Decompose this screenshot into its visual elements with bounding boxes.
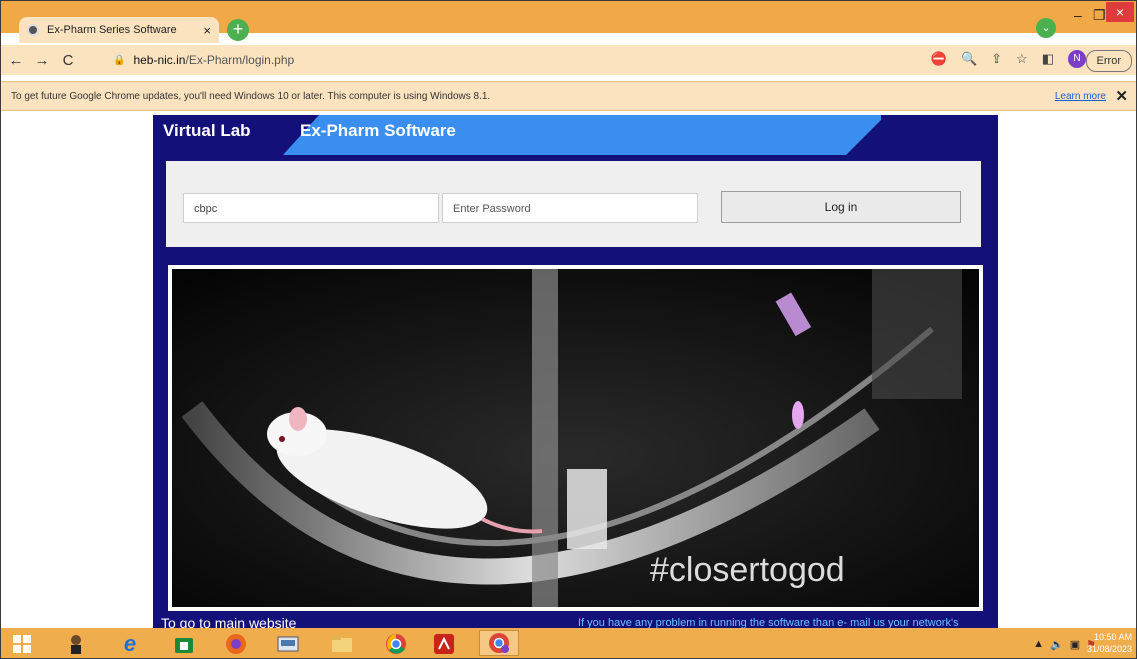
- clock-time: 10:50 AM: [1093, 632, 1132, 642]
- learn-more-link[interactable]: Learn more: [1055, 91, 1106, 102]
- share-icon[interactable]: ⇪: [991, 51, 1002, 67]
- zoom-search-icon[interactable]: 🔍: [961, 51, 977, 67]
- tray-overflow-icon[interactable]: ▲: [1033, 638, 1044, 651]
- web-page: Virtual Lab Ex-Pharm Software cbpc Enter…: [1, 111, 1136, 635]
- url-path: /Ex-Pharm/login.php: [185, 53, 295, 67]
- forward-icon[interactable]: →: [31, 52, 53, 69]
- acrobat-icon[interactable]: [431, 632, 457, 656]
- windows-taskbar: e ▲ 🔈 ▣ ⚑ 10:50 AM 31/08/2023: [1, 628, 1136, 658]
- error-indicator-button[interactable]: Error: [1085, 50, 1132, 72]
- browser-window: Ex-Pharm Series Software × + ⌄ – ❐ × ← →…: [0, 0, 1137, 659]
- toolbar-icons: ⛔ 🔍 ⇪ ☆ ◧ N: [931, 50, 1086, 68]
- site-favicon-icon: [27, 24, 39, 36]
- username-field[interactable]: cbpc: [183, 193, 439, 223]
- chrome-profile-active-icon[interactable]: [479, 630, 519, 656]
- volume-icon[interactable]: 🔈: [1050, 638, 1064, 651]
- tab-search-button[interactable]: ⌄: [1036, 18, 1056, 38]
- image-caption: #closertogod: [650, 551, 845, 589]
- bookmark-star-icon[interactable]: ☆: [1016, 51, 1028, 67]
- store-icon[interactable]: [171, 632, 197, 656]
- side-panel-icon[interactable]: ◧: [1042, 51, 1054, 67]
- new-tab-button[interactable]: +: [227, 19, 249, 41]
- browser-tab[interactable]: Ex-Pharm Series Software ×: [19, 17, 219, 43]
- chrome-icon[interactable]: [383, 632, 409, 656]
- network-app-icon[interactable]: [275, 632, 301, 656]
- minimize-button[interactable]: –: [1074, 7, 1082, 23]
- taskbar-clock[interactable]: 10:50 AM 31/08/2023: [1087, 631, 1132, 655]
- window-close-button[interactable]: ×: [1106, 2, 1134, 22]
- lock-icon: 🔒: [113, 54, 126, 66]
- tab-close-button[interactable]: ×: [203, 23, 211, 38]
- update-infobar: To get future Google Chrome updates, you…: [1, 81, 1136, 111]
- profile-avatar[interactable]: N: [1068, 50, 1086, 68]
- login-button[interactable]: Log in: [721, 191, 961, 223]
- browser-toolbar: ← → C 🔒 heb-nic.in/Ex-Pharm/login.php ⛔ …: [1, 45, 1136, 75]
- infobar-close-button[interactable]: ✕: [1115, 87, 1128, 105]
- firefox-icon[interactable]: [223, 632, 249, 656]
- infobar-message: To get future Google Chrome updates, you…: [11, 91, 491, 102]
- address-bar[interactable]: 🔒 heb-nic.in/Ex-Pharm/login.php: [103, 48, 923, 72]
- tab-title: Ex-Pharm Series Software: [47, 24, 177, 36]
- start-button[interactable]: [9, 632, 35, 656]
- file-explorer-icon[interactable]: [329, 632, 355, 656]
- hero-image: #closertogod: [168, 265, 983, 611]
- virtual-lab-title: Virtual Lab: [163, 121, 251, 140]
- network-icon[interactable]: ▣: [1070, 638, 1080, 651]
- tab-strip: Ex-Pharm Series Software × + ⌄ – ❐ ×: [1, 1, 1136, 43]
- login-panel: Virtual Lab Ex-Pharm Software cbpc Enter…: [153, 115, 998, 635]
- restore-button[interactable]: ❐: [1093, 7, 1106, 24]
- back-icon[interactable]: ←: [5, 52, 27, 69]
- software-title: Ex-Pharm Software: [300, 121, 456, 140]
- password-field[interactable]: Enter Password: [442, 193, 698, 223]
- blocked-popup-icon[interactable]: ⛔: [931, 51, 947, 67]
- clock-date: 31/08/2023: [1086, 644, 1132, 654]
- login-form: cbpc Enter Password Log in: [166, 161, 981, 247]
- internet-explorer-icon[interactable]: e: [117, 631, 143, 656]
- url-host: heb-nic.in: [133, 53, 186, 67]
- graduate-app-icon[interactable]: [63, 632, 89, 656]
- reload-icon[interactable]: C: [57, 52, 79, 69]
